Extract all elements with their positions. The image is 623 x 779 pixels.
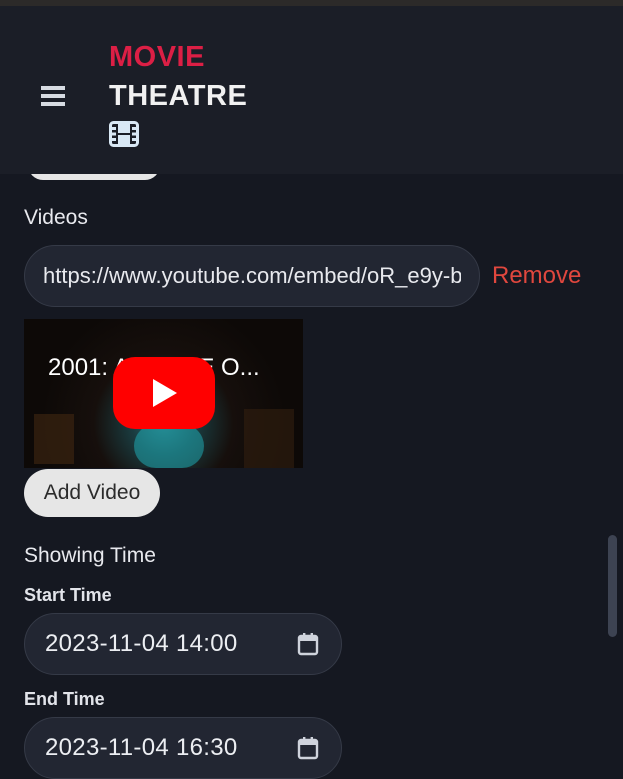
video-url-input[interactable] bbox=[24, 245, 480, 307]
brand-movie-text: MOVIE bbox=[109, 41, 205, 73]
calendar-icon[interactable] bbox=[297, 736, 319, 760]
start-time-label: Start Time bbox=[24, 585, 112, 605]
video-frame-detail bbox=[34, 414, 74, 464]
calendar-icon[interactable] bbox=[297, 632, 319, 656]
start-time-value: 2023-11-04 14:00 bbox=[45, 630, 238, 657]
end-time-value: 2023-11-04 16:30 bbox=[45, 734, 238, 761]
app-header: MOVIE THEATRE bbox=[0, 6, 623, 174]
film-icon bbox=[109, 121, 139, 147]
scrollbar-track[interactable] bbox=[605, 174, 619, 764]
video-frame-detail bbox=[134, 424, 204, 468]
remove-video-button[interactable]: Remove bbox=[492, 262, 581, 290]
youtube-play-icon[interactable] bbox=[113, 357, 215, 429]
video-frame-detail bbox=[244, 409, 294, 468]
brand-theatre-text: THEATRE bbox=[109, 80, 248, 112]
scrollbar-thumb[interactable] bbox=[608, 535, 617, 637]
start-time-input[interactable]: 2023-11-04 14:00 bbox=[24, 613, 342, 675]
showing-time-section-label: Showing Time bbox=[24, 544, 156, 567]
videos-section-label: Videos bbox=[24, 206, 88, 229]
add-video-button[interactable]: Add Video bbox=[24, 469, 160, 517]
brand-logo[interactable]: MOVIE THEATRE bbox=[109, 39, 248, 147]
end-time-input[interactable]: 2023-11-04 16:30 bbox=[24, 717, 342, 779]
end-time-label: End Time bbox=[24, 689, 105, 709]
hamburger-menu-icon[interactable] bbox=[41, 86, 67, 108]
video-embed-preview[interactable]: 2001: A SPACE O... bbox=[24, 319, 303, 468]
